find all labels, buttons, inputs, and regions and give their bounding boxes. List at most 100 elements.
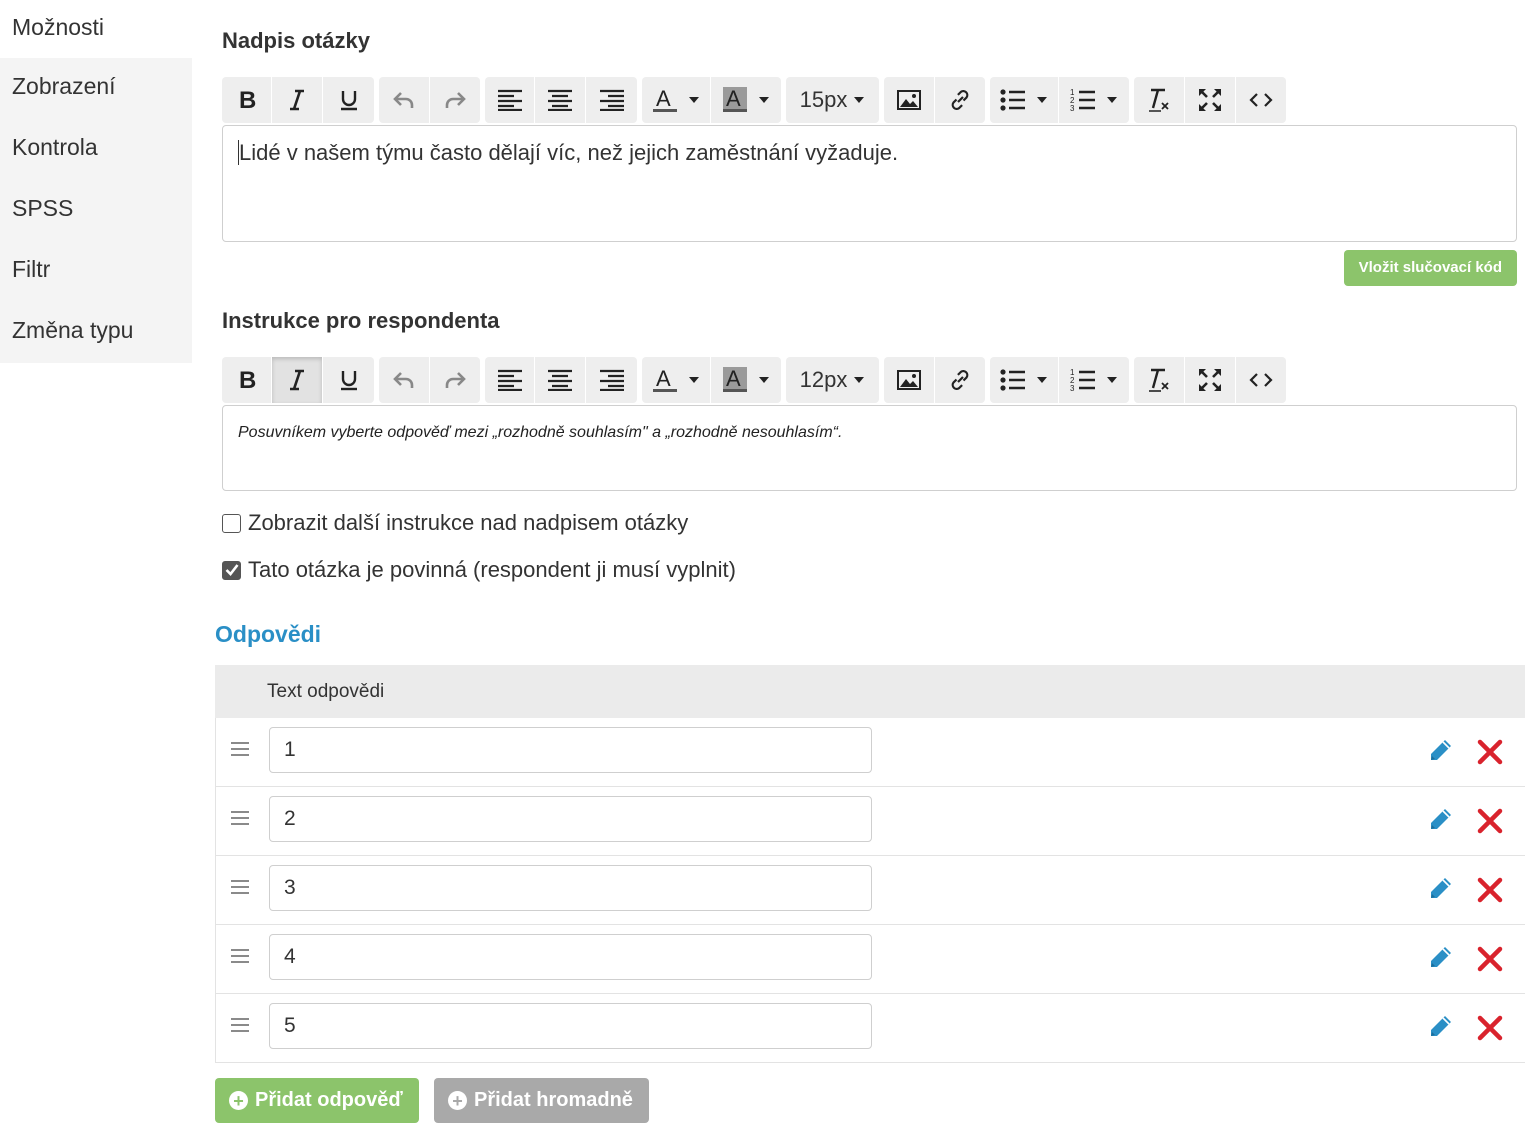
bold-icon[interactable]: B: [222, 77, 272, 123]
required-option[interactable]: Tato otázka je povinná (respondent ji mu…: [222, 557, 736, 583]
answers-table: Text odpovědi: [215, 665, 1525, 1063]
underline-icon[interactable]: [323, 77, 374, 123]
show-instructions-checkbox[interactable]: [222, 513, 241, 533]
drag-handle-icon[interactable]: [231, 880, 249, 894]
align-center-icon[interactable]: [535, 77, 586, 123]
plus-circle-icon: +: [448, 1091, 467, 1110]
toolbar-group: [485, 77, 637, 123]
text-color-icon[interactable]: A: [642, 357, 711, 403]
question-title-editor[interactable]: Lidé v našem týmu často dělají víc, než …: [222, 125, 1517, 242]
italic-icon[interactable]: [272, 357, 323, 403]
font-size-select[interactable]: 12px: [786, 357, 879, 403]
italic-icon[interactable]: [272, 77, 323, 123]
instructions-toolbar: B A A 12px 1 2 3: [222, 357, 1291, 403]
table-row: [215, 994, 1525, 1063]
clear-format-icon[interactable]: [1134, 357, 1185, 403]
align-left-icon[interactable]: [485, 357, 535, 403]
answer-text-input[interactable]: [269, 796, 872, 842]
pencil-icon[interactable]: [1429, 738, 1453, 764]
redo-icon[interactable]: [430, 357, 480, 403]
code-view-icon[interactable]: [1236, 357, 1286, 403]
toolbar-group: 15px: [786, 77, 879, 123]
drag-handle-icon[interactable]: [231, 811, 249, 825]
answer-text-input[interactable]: [269, 865, 872, 911]
instructions-editor[interactable]: Posuvníkem vyberte odpověď mezi „rozhodn…: [222, 405, 1517, 491]
show-instructions-option[interactable]: Zobrazit další instrukce nad nadpisem ot…: [222, 510, 688, 536]
font-size-select[interactable]: 15px: [786, 77, 879, 123]
answer-text-input[interactable]: [269, 934, 872, 980]
insert-merge-code-button[interactable]: Vložit slučovací kód: [1343, 250, 1517, 286]
add-answer-label: Přidat odpověď: [255, 1089, 403, 1111]
sidebar-item[interactable]: SPSS: [0, 180, 192, 241]
numbered-list-icon[interactable]: 123: [1059, 77, 1129, 123]
add-answer-button[interactable]: + Přidat odpověď: [215, 1078, 419, 1123]
sidebar-item[interactable]: Filtr: [0, 241, 192, 302]
align-left-icon[interactable]: [485, 77, 535, 123]
font-size-value: 12px: [799, 367, 848, 392]
toolbar-group: AA: [642, 77, 781, 123]
sidebar-item[interactable]: Možnosti: [0, 0, 192, 58]
svg-text:3: 3: [1070, 104, 1075, 112]
bullet-list-icon[interactable]: [990, 357, 1059, 403]
add-bulk-button[interactable]: + Přidat hromadně: [434, 1078, 649, 1123]
svg-text:A: A: [656, 366, 671, 391]
undo-icon[interactable]: [379, 357, 430, 403]
answers-title: Odpovědi: [215, 621, 322, 647]
delete-icon[interactable]: [1477, 946, 1503, 972]
toolbar-group: [379, 77, 480, 123]
table-row: [215, 787, 1525, 856]
clear-format-icon[interactable]: [1134, 77, 1185, 123]
highlight-color-icon[interactable]: A: [711, 77, 781, 123]
fullscreen-icon[interactable]: [1185, 357, 1236, 403]
svg-text:A: A: [656, 86, 671, 111]
highlight-color-icon[interactable]: A: [711, 357, 781, 403]
pencil-icon[interactable]: [1429, 807, 1453, 833]
image-icon[interactable]: [884, 77, 935, 123]
sidebar: Možnosti Zobrazení Kontrola SPSS Filtr Změna …: [0, 0, 192, 1133]
sidebar-item[interactable]: Zobrazení: [0, 58, 192, 119]
table-row: [215, 718, 1525, 787]
answer-text-input[interactable]: [269, 727, 872, 773]
link-icon[interactable]: [935, 357, 985, 403]
sidebar-item[interactable]: Kontrola: [0, 119, 192, 180]
pencil-icon[interactable]: [1429, 1014, 1453, 1040]
toolbar-group: B: [222, 77, 374, 123]
delete-icon[interactable]: [1477, 808, 1503, 834]
drag-handle-icon[interactable]: [231, 949, 249, 963]
delete-icon[interactable]: [1477, 877, 1503, 903]
toolbar-group: 12px: [786, 357, 879, 403]
delete-icon[interactable]: [1477, 1015, 1503, 1041]
toolbar-group: [884, 77, 985, 123]
required-checkbox[interactable]: [222, 560, 241, 580]
code-view-icon[interactable]: [1236, 77, 1286, 123]
drag-handle-icon[interactable]: [231, 1018, 249, 1032]
toolbar-group: [884, 357, 985, 403]
align-right-icon[interactable]: [586, 77, 637, 123]
delete-icon[interactable]: [1477, 739, 1503, 765]
drag-handle-icon[interactable]: [231, 742, 249, 756]
numbered-list-icon[interactable]: 123: [1059, 357, 1129, 403]
underline-icon[interactable]: [323, 357, 374, 403]
svg-text:3: 3: [1070, 384, 1075, 392]
add-bulk-label: Přidat hromadně: [474, 1089, 633, 1111]
sidebar-item[interactable]: Změna typu: [0, 302, 192, 363]
text-color-icon[interactable]: A: [642, 77, 711, 123]
toolbar-group: 123: [990, 77, 1129, 123]
svg-text:B: B: [239, 368, 256, 392]
align-center-icon[interactable]: [535, 357, 586, 403]
required-label: Tato otázka je povinná (respondent ji mu…: [248, 557, 736, 582]
fullscreen-icon[interactable]: [1185, 77, 1236, 123]
undo-icon[interactable]: [379, 77, 430, 123]
pencil-icon[interactable]: [1429, 876, 1453, 902]
redo-icon[interactable]: [430, 77, 480, 123]
link-icon[interactable]: [935, 77, 985, 123]
question-title-text: Lidé v našem týmu často dělají víc, než …: [239, 140, 899, 165]
align-right-icon[interactable]: [586, 357, 637, 403]
image-icon[interactable]: [884, 357, 935, 403]
bullet-list-icon[interactable]: [990, 77, 1059, 123]
toolbar-group: B: [222, 357, 374, 403]
pencil-icon[interactable]: [1429, 945, 1453, 971]
answer-text-input[interactable]: [269, 1003, 872, 1049]
table-row: [215, 856, 1525, 925]
bold-icon[interactable]: B: [222, 357, 272, 403]
